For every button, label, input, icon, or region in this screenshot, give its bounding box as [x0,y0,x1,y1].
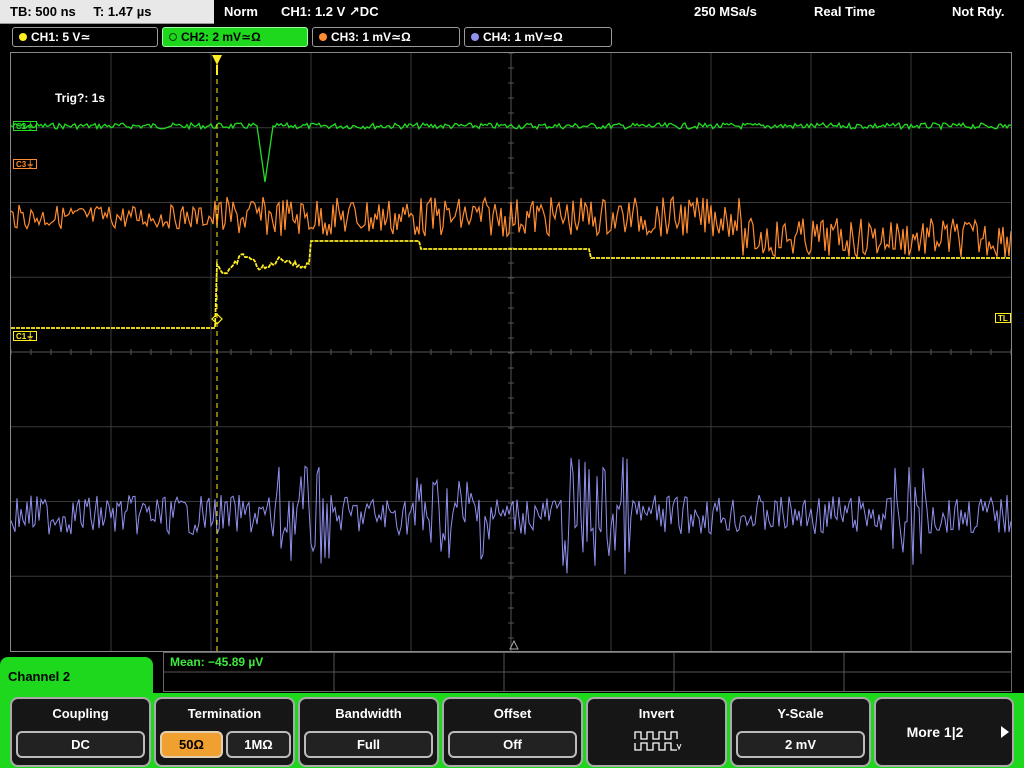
ch3-label: CH3: 1 mV≃Ω [331,30,411,44]
trigger-time-value: T: 1.47 µs [93,4,152,19]
coupling-value[interactable]: DC [16,731,145,758]
waveform-display[interactable]: Trig?: 1s C2⏚ C3⏚ C1⏚ TL [10,52,1012,652]
ch2-color-icon [169,33,177,41]
ch4-label: CH4: 1 mV≃Ω [483,30,563,44]
termination-softkey[interactable]: Termination 50Ω 1MΩ [154,697,295,767]
trigger-position-icon[interactable] [212,55,222,65]
tab-ch4[interactable]: CH4: 1 mV≃Ω [464,27,612,47]
status-bar: TB: 500 ns T: 1.47 µs Norm CH1: 1.2 V ↗D… [0,0,1024,24]
ch2-waveform [11,121,1011,183]
measurement-grid [164,653,1011,691]
ch2-offset-marker[interactable]: C2⏚ [13,121,38,131]
tab-ch1[interactable]: CH1: 5 V≃ [12,27,158,47]
offset-title: Offset [493,706,532,721]
invert-title: Invert [638,706,675,721]
measurement-bar: Mean: −45.89 µV [163,652,1012,692]
sample-rate: 250 MSa/s [694,4,757,19]
trigger-timeout-text: Trig?: 1s [55,91,106,105]
invert-softkey[interactable]: Invert [586,697,727,767]
termination-1mohm-button[interactable]: 1MΩ [226,731,291,758]
ch3-color-icon [319,33,327,41]
y-scale-softkey[interactable]: Y-Scale 2 mV [730,697,871,767]
ch1-offset-marker[interactable]: C1⏚ [13,331,38,341]
horizontal-center-icon [509,639,519,650]
termination-title: Termination [187,706,262,721]
bandwidth-softkey[interactable]: Bandwidth Full [298,697,439,767]
offset-softkey[interactable]: Offset Off [442,697,583,767]
mean-measurement[interactable]: Mean: −45.89 µV [170,655,263,669]
next-page-arrow-icon [1001,726,1009,738]
offset-value[interactable]: Off [448,731,577,758]
waveforms [11,55,1011,651]
ch4-waveform [11,457,1011,575]
trigger-mode[interactable]: Norm [224,0,258,24]
timebase-box[interactable]: TB: 500 ns T: 1.47 µs [0,0,214,24]
acquisition-mode: Real Time [814,4,876,19]
more-label: More 1|2 [906,724,964,740]
more-softkey[interactable]: More 1|2 [874,697,1014,767]
trigger-info[interactable]: CH1: 1.2 V ↗DC [281,0,379,24]
coupling-title: Coupling [52,706,109,721]
timebase-value: TB: 500 ns [10,4,76,19]
tab-ch2[interactable]: CH2: 2 mV≃Ω [162,27,308,47]
termination-50ohm-button[interactable]: 50Ω [160,731,223,758]
ch1-label: CH1: 5 V≃ [31,30,91,44]
trigger-status: Not Rdy. [952,4,1005,19]
menu-title-tab: Channel 2 [0,657,153,697]
coupling-softkey[interactable]: Coupling DC [10,697,151,767]
ch3-offset-marker[interactable]: C3⏚ [13,159,38,169]
bandwidth-value[interactable]: Full [304,731,433,758]
bandwidth-title: Bandwidth [335,706,402,721]
y-scale-value[interactable]: 2 mV [736,731,865,758]
tab-ch3[interactable]: CH3: 1 mV≃Ω [312,27,460,47]
ch1-color-icon [19,33,27,41]
invert-waveform-icon [634,731,682,751]
trigger-level-marker[interactable]: TL [995,313,1011,323]
ch4-color-icon [471,33,479,41]
ch1-waveform [11,240,1011,329]
ch2-label: CH2: 2 mV≃Ω [181,30,261,44]
y-scale-title: Y-Scale [777,706,824,721]
